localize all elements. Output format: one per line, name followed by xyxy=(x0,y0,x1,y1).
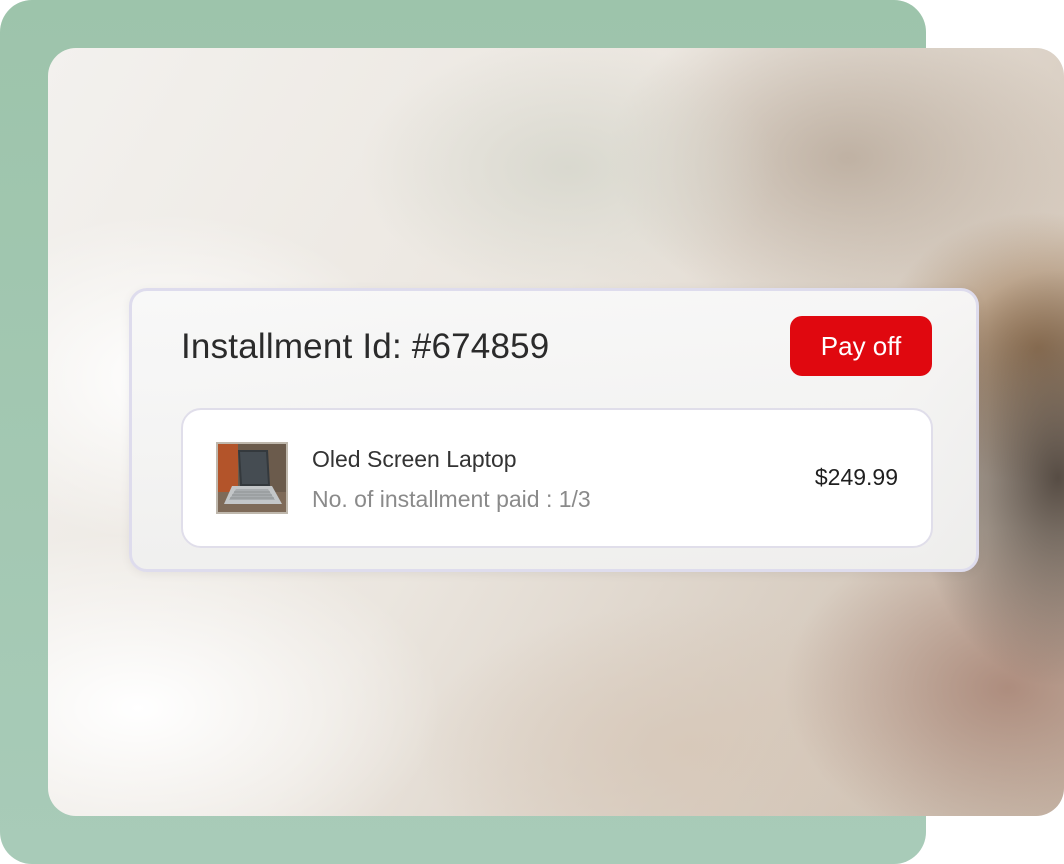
item-name: Oled Screen Laptop xyxy=(312,446,517,472)
installment-title: Installment Id: #674859 xyxy=(181,327,550,366)
installment-item-row[interactable]: Oled Screen Laptop No. of installment pa… xyxy=(181,408,933,548)
item-price: $249.99 xyxy=(814,464,898,490)
pay-off-button[interactable]: Pay off xyxy=(790,316,932,376)
laptop-thumbnail-image xyxy=(216,442,288,514)
installments-paid-text: No. of installment paid : 1/3 xyxy=(312,486,591,512)
installment-card: Installment Id: #674859 Pay off Oled Scr… xyxy=(129,288,979,572)
laptop-icon xyxy=(218,444,286,512)
